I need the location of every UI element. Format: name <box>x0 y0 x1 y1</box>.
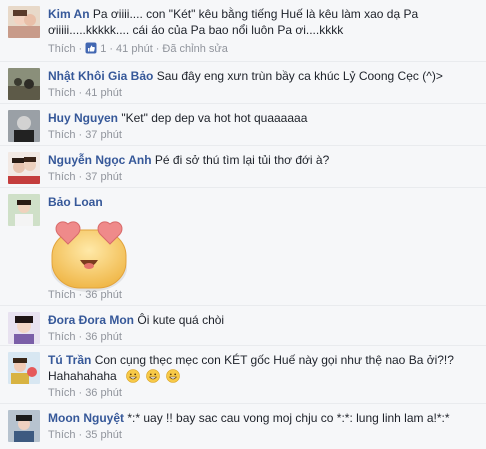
comment-meta: Thích · 36 phút <box>48 387 122 399</box>
comment-author[interactable]: Nhật Khôi Gia Bảo <box>48 69 153 83</box>
comment-body: Tú Trần Con cụng thẹc mẹc con KÉT gốc Hu… <box>48 352 476 400</box>
like-count[interactable]: 1 <box>100 43 106 55</box>
comment-text: Sau đây eng xưn trùn bầy ca khúc Lỷ Coon… <box>156 69 443 83</box>
comment-meta: Thích · 37 phút <box>48 129 122 141</box>
comment-author[interactable]: Nguyễn Ngọc Anh <box>48 153 152 167</box>
comment: Tú Trần Con cụng thẹc mẹc con KÉT gốc Hu… <box>0 346 486 404</box>
comment-meta: Thích · 36 phút <box>48 331 122 343</box>
comment-text: "Ket" dep dep va hot hot quaaaaaa <box>121 111 308 125</box>
comment: Moon Nguyệt *:* uay !! bay sac cau vong … <box>0 404 486 449</box>
timestamp[interactable]: 36 phút <box>85 387 122 399</box>
like-link[interactable]: Thích <box>48 43 76 55</box>
like-link[interactable]: Thích <box>48 87 76 99</box>
avatar[interactable] <box>8 194 40 226</box>
edited-label[interactable]: Đã chỉnh sửa <box>162 43 227 55</box>
timestamp[interactable]: 36 phút <box>85 289 122 301</box>
grin-emoji-icon <box>146 369 160 383</box>
avatar[interactable] <box>8 312 40 344</box>
like-link[interactable]: Thích <box>48 387 76 399</box>
comment-body: Nguyễn Ngọc Anh Pé đi sở thú tìm lại tủi… <box>48 152 476 184</box>
heart-eyes-sticker <box>51 221 127 292</box>
avatar[interactable] <box>8 152 40 184</box>
like-link[interactable]: Thích <box>48 429 76 441</box>
comment-body: Huy Nguyen "Ket" dep dep va hot hot quaa… <box>48 110 476 142</box>
comment-author[interactable]: Kim An <box>48 7 90 21</box>
comment-list: Kim An Pa ơiiii.... con "Két" kêu bằng t… <box>0 0 486 449</box>
like-link[interactable]: Thích <box>48 129 76 141</box>
comment-author[interactable]: Bảo Loan <box>48 195 103 209</box>
timestamp[interactable]: 41 phút <box>85 87 122 99</box>
comment-text: Con cụng thẹc mẹc con KÉT gốc Huế này gọ… <box>48 353 454 383</box>
grin-emoji-icon <box>126 369 140 383</box>
avatar[interactable] <box>8 110 40 142</box>
comment: Nguyễn Ngọc Anh Pé đi sở thú tìm lại tủi… <box>0 146 486 188</box>
timestamp[interactable]: 41 phút <box>116 43 153 55</box>
timestamp[interactable]: 37 phút <box>85 171 122 183</box>
grin-emoji-icon <box>166 369 180 383</box>
comment-author[interactable]: Đora Đora Mon <box>48 313 134 327</box>
comment-author[interactable]: Moon Nguyệt <box>48 411 124 425</box>
comment-text: Pa ơiiii.... con "Két" kêu bằng tiếng Hu… <box>48 7 419 37</box>
comment-author[interactable]: Tú Trần <box>48 353 91 367</box>
comment-author[interactable]: Huy Nguyen <box>48 111 118 125</box>
comment-body: Moon Nguyệt *:* uay !! bay sac cau vong … <box>48 410 476 442</box>
comment-text: Pé đi sở thú tìm lại tủi thơ đới à? <box>154 153 330 167</box>
comment-meta: Thích · 36 phút <box>48 289 122 301</box>
like-link[interactable]: Thích <box>48 331 76 343</box>
comment-meta: Thích · 41 phút <box>48 87 122 99</box>
timestamp[interactable]: 37 phút <box>85 129 122 141</box>
comment-meta: Thích · 1 · 41 phút · Đã chỉnh sửa <box>48 42 228 55</box>
avatar[interactable] <box>8 68 40 100</box>
timestamp[interactable]: 35 phút <box>85 429 122 441</box>
comment-body: Đora Đora Mon Ôi kute quá chòi Thích · 36 … <box>48 312 476 344</box>
comment: Đora Đora Mon Ôi kute quá chòi Thích · 36 … <box>0 306 486 346</box>
comment: Nhật Khôi Gia Bảo Sau đây eng xưn trùn b… <box>0 62 486 104</box>
comment-text: *:* uay !! bay sac cau vong moj chju co … <box>127 411 450 425</box>
comment: Huy Nguyen "Ket" dep dep va hot hot quaa… <box>0 104 486 146</box>
avatar[interactable] <box>8 410 40 442</box>
comment-body: Bảo Loan <box>48 194 476 210</box>
comment-body: Nhật Khôi Gia Bảo Sau đây eng xưn trùn b… <box>48 68 476 100</box>
comment-meta: Thích · 37 phút <box>48 171 122 183</box>
comment: Kim An Pa ơiiii.... con "Két" kêu bằng t… <box>0 0 486 62</box>
comment-meta: Thích · 35 phút <box>48 429 122 441</box>
thumbs-up-icon <box>85 42 97 54</box>
avatar[interactable] <box>8 6 40 38</box>
comment: Bảo Loan Thích · 36 phút <box>0 188 486 306</box>
like-link[interactable]: Thích <box>48 289 76 301</box>
like-link[interactable]: Thích <box>48 171 76 183</box>
comment-body: Kim An Pa ơiiii.... con "Két" kêu bằng t… <box>48 6 476 56</box>
comment-text: Ôi kute quá chòi <box>137 313 225 327</box>
avatar[interactable] <box>8 352 40 384</box>
timestamp[interactable]: 36 phút <box>85 331 122 343</box>
